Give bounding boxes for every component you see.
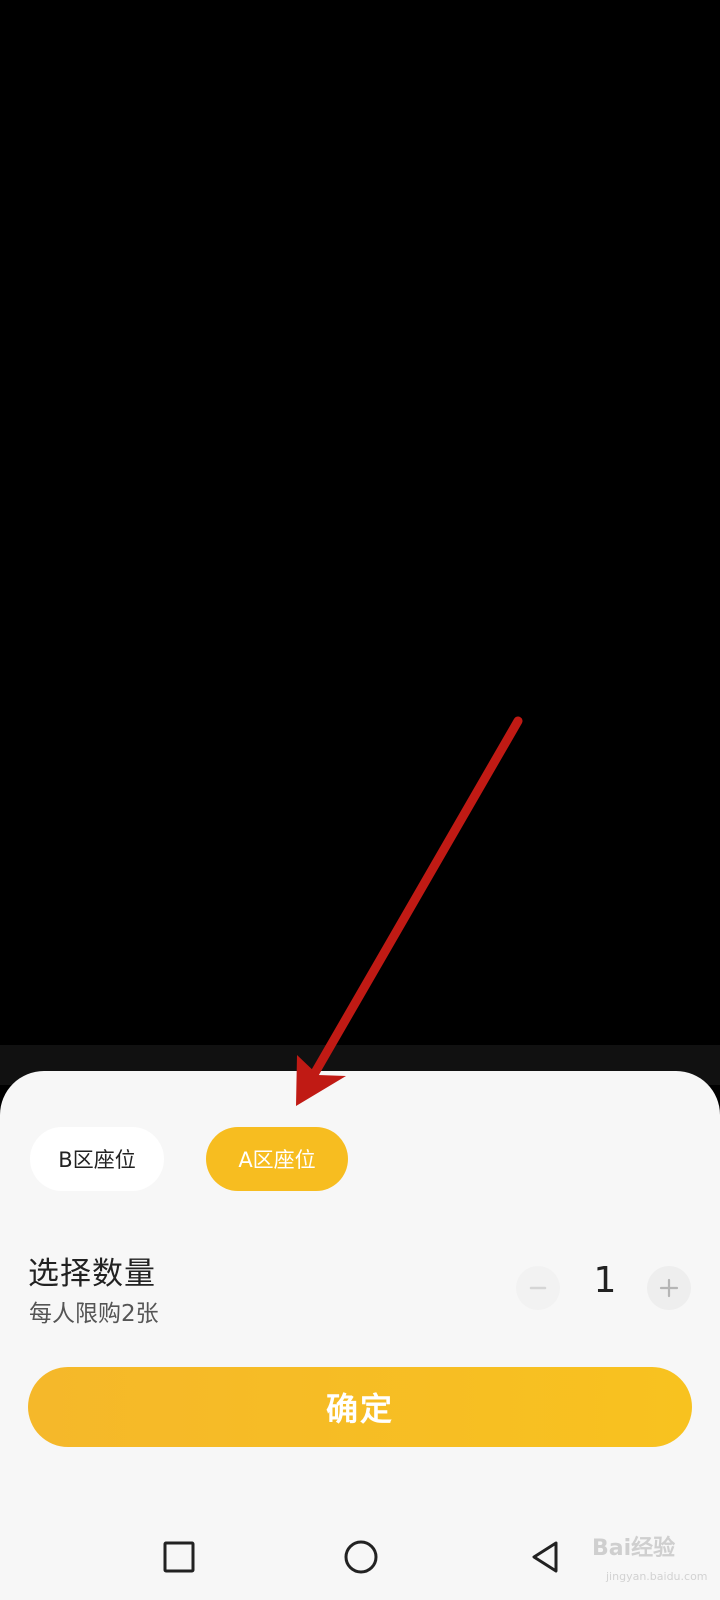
decrease-button[interactable] bbox=[516, 1266, 560, 1310]
increase-button[interactable] bbox=[647, 1266, 691, 1310]
back-icon[interactable] bbox=[530, 1540, 560, 1576]
quantity-limit-note: 每人限购2张 bbox=[29, 1301, 159, 1327]
watermark-subtext: jingyan.baidu.com bbox=[606, 1570, 708, 1583]
screen: B区座位 A区座位 选择数量 每人限购2张 1 确定 Bai经验 jingyan… bbox=[0, 0, 720, 1600]
seat-tab-b[interactable]: B区座位 bbox=[30, 1127, 164, 1191]
quantity-value: 1 bbox=[593, 1260, 617, 1301]
seat-tab-b-label: B区座位 bbox=[58, 1148, 136, 1172]
plus-icon bbox=[659, 1278, 679, 1298]
watermark-text: Bai经验 bbox=[592, 1536, 676, 1561]
watermark-logo: Bai经验 jingyan.baidu.com bbox=[592, 1530, 712, 1590]
seat-tab-a-label: A区座位 bbox=[238, 1148, 316, 1172]
confirm-button-label: 确定 bbox=[325, 1390, 394, 1428]
minus-icon bbox=[529, 1286, 547, 1290]
recent-apps-icon[interactable] bbox=[162, 1540, 196, 1574]
confirm-button[interactable]: 确定 bbox=[28, 1367, 692, 1447]
quantity-title: 选择数量 bbox=[28, 1256, 156, 1292]
home-icon[interactable] bbox=[343, 1540, 379, 1576]
seat-tab-a[interactable]: A区座位 bbox=[206, 1127, 348, 1191]
